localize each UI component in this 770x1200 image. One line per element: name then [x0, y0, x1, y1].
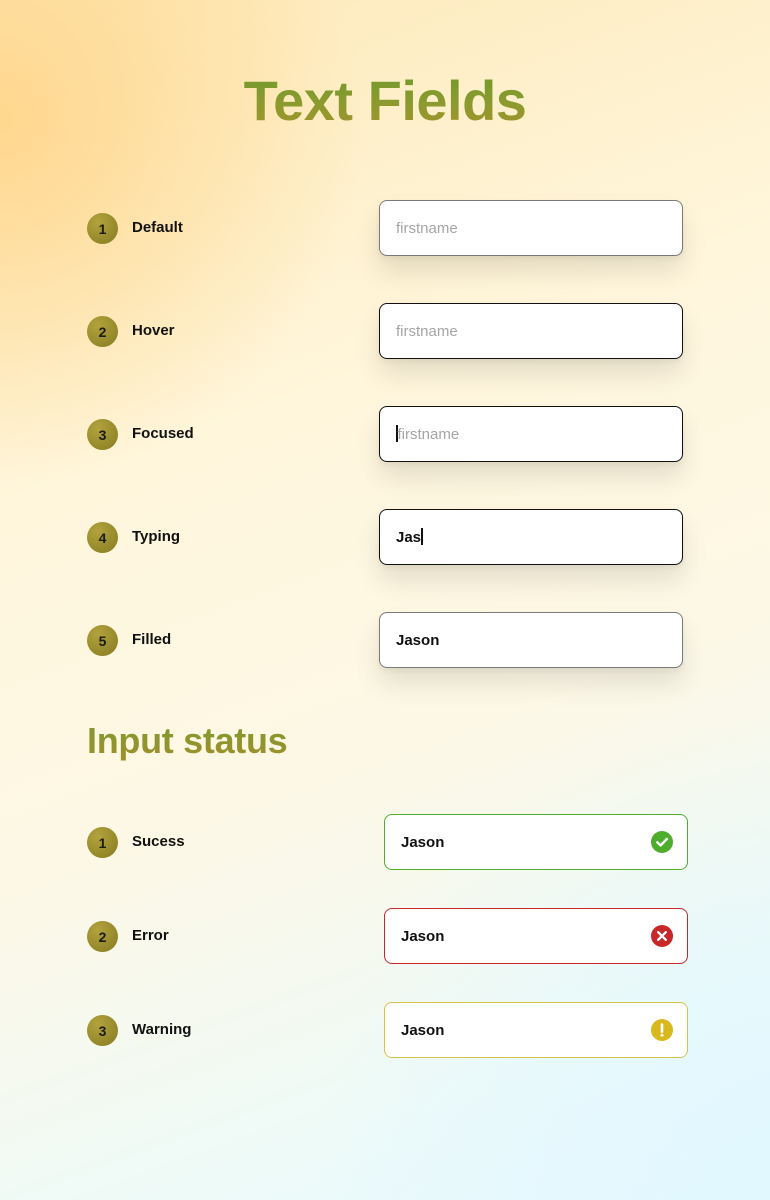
firstname-input-hover[interactable]: firstname: [379, 303, 683, 359]
status-label: Error: [132, 927, 169, 944]
step-badge: 1: [87, 213, 118, 244]
firstname-input-default[interactable]: firstname: [379, 200, 683, 256]
field-row-typing: 4 Typing Jas: [0, 509, 770, 565]
input-value: Jason: [401, 834, 445, 851]
status-row-success: 1 Sucess Jason: [0, 814, 770, 870]
firstname-input-focused[interactable]: firstname: [379, 406, 683, 462]
section-title-input-status: Input status: [87, 720, 288, 761]
input-placeholder: firstname: [397, 426, 460, 443]
field-row-default: 1 Default firstname: [0, 200, 770, 256]
step-badge: 2: [87, 921, 118, 952]
step-badge: 5: [87, 625, 118, 656]
status-label: Warning: [132, 1021, 192, 1038]
error-input[interactable]: Jason: [384, 908, 688, 964]
input-value: Jason: [396, 632, 440, 649]
step-badge: 2: [87, 316, 118, 347]
input-placeholder: firstname: [396, 220, 458, 237]
status-row-error: 2 Error Jason: [0, 908, 770, 964]
page-title: Text Fields: [0, 68, 770, 133]
field-row-hover: 2 Hover firstname: [0, 303, 770, 359]
firstname-input-typing[interactable]: Jas: [379, 509, 683, 565]
state-label: Focused: [132, 425, 194, 442]
check-circle-icon: [651, 831, 673, 853]
firstname-input-filled[interactable]: Jason: [379, 612, 683, 668]
state-label: Hover: [132, 322, 175, 339]
warning-input[interactable]: Jason: [384, 1002, 688, 1058]
status-row-warning: 3 Warning Jason: [0, 1002, 770, 1058]
step-badge: 1: [87, 827, 118, 858]
field-row-filled: 5 Filled Jason: [0, 612, 770, 668]
step-badge: 3: [87, 1015, 118, 1046]
step-badge: 4: [87, 522, 118, 553]
success-input[interactable]: Jason: [384, 814, 688, 870]
status-label: Sucess: [132, 833, 185, 850]
exclamation-circle-icon: [651, 1019, 673, 1041]
text-caret: [421, 528, 423, 545]
input-content: Jas: [396, 528, 423, 546]
input-content: firstname: [396, 425, 459, 443]
input-value: Jason: [401, 1022, 445, 1039]
field-row-focused: 3 Focused firstname: [0, 406, 770, 462]
input-placeholder: firstname: [396, 323, 458, 340]
input-value: Jas: [396, 529, 422, 546]
x-circle-icon: [651, 925, 673, 947]
state-label: Default: [132, 219, 183, 236]
state-label: Typing: [132, 528, 181, 545]
step-badge: 3: [87, 419, 118, 450]
state-label: Filled: [132, 631, 172, 648]
input-value: Jason: [401, 928, 445, 945]
